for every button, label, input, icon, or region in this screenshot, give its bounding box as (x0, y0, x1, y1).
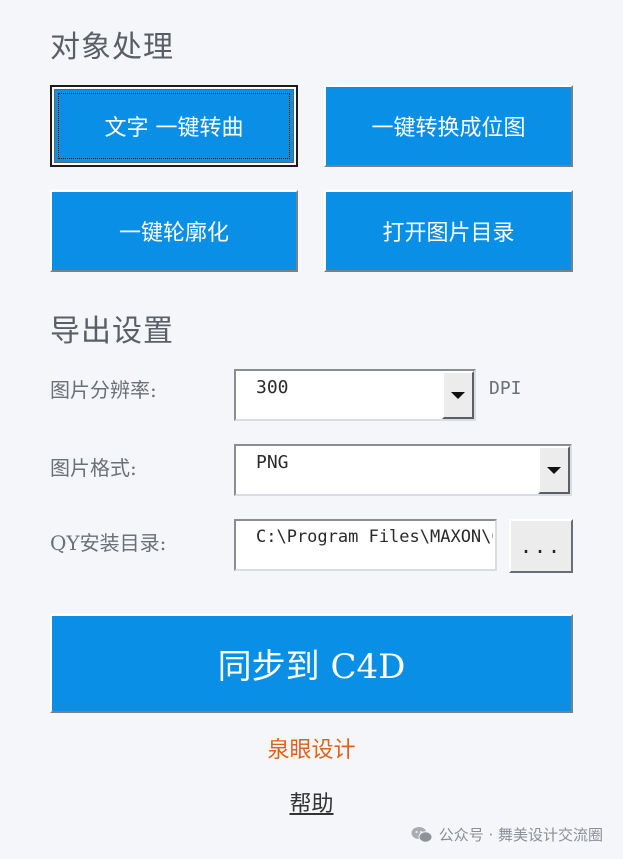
outline-button[interactable]: 一键轮廓化 (50, 190, 298, 272)
format-label: 图片格式: (50, 456, 137, 480)
watermark: 公众号 · 舞美设计交流圈 (411, 824, 603, 845)
section-title-object-processing: 对象处理 (50, 30, 174, 65)
browse-button[interactable]: ... (509, 519, 573, 573)
sync-to-c4d-button[interactable]: 同步到 C4D (50, 614, 573, 713)
resolution-value: 300 (256, 377, 289, 398)
help-link[interactable]: 帮助 (0, 786, 623, 818)
resolution-select[interactable]: 300 (234, 369, 476, 421)
install-dir-input[interactable]: C:\Program Files\MAXON\C (234, 519, 497, 571)
format-value: PNG (256, 452, 289, 473)
watermark-text: 公众号 · 舞美设计交流圈 (438, 826, 603, 844)
wechat-icon (411, 826, 433, 843)
open-image-dir-button-label: 打开图片目录 (382, 221, 515, 246)
resolution-unit: DPI (489, 378, 522, 399)
section-title-export-settings: 导出设置 (50, 314, 174, 349)
chevron-down-icon (547, 467, 561, 474)
text-to-curve-button[interactable]: 文字 一键转曲 (50, 85, 298, 167)
install-dir-value: C:\Program Files\MAXON\C (256, 527, 493, 547)
chevron-down-icon (451, 392, 465, 399)
resolution-label: 图片分辨率: (50, 378, 157, 402)
format-select[interactable]: PNG (234, 444, 572, 496)
format-dropdown-button[interactable] (538, 446, 570, 494)
open-image-dir-button[interactable]: 打开图片目录 (324, 190, 573, 272)
brand-link[interactable]: 泉眼设计 (0, 732, 623, 764)
focus-ring (58, 93, 290, 159)
to-bitmap-button-label: 一键转换成位图 (371, 116, 526, 141)
to-bitmap-button[interactable]: 一键转换成位图 (324, 85, 573, 167)
outline-button-label: 一键轮廓化 (118, 221, 229, 246)
resolution-dropdown-button[interactable] (442, 371, 474, 419)
install-dir-label: QY安装目录: (50, 531, 167, 555)
